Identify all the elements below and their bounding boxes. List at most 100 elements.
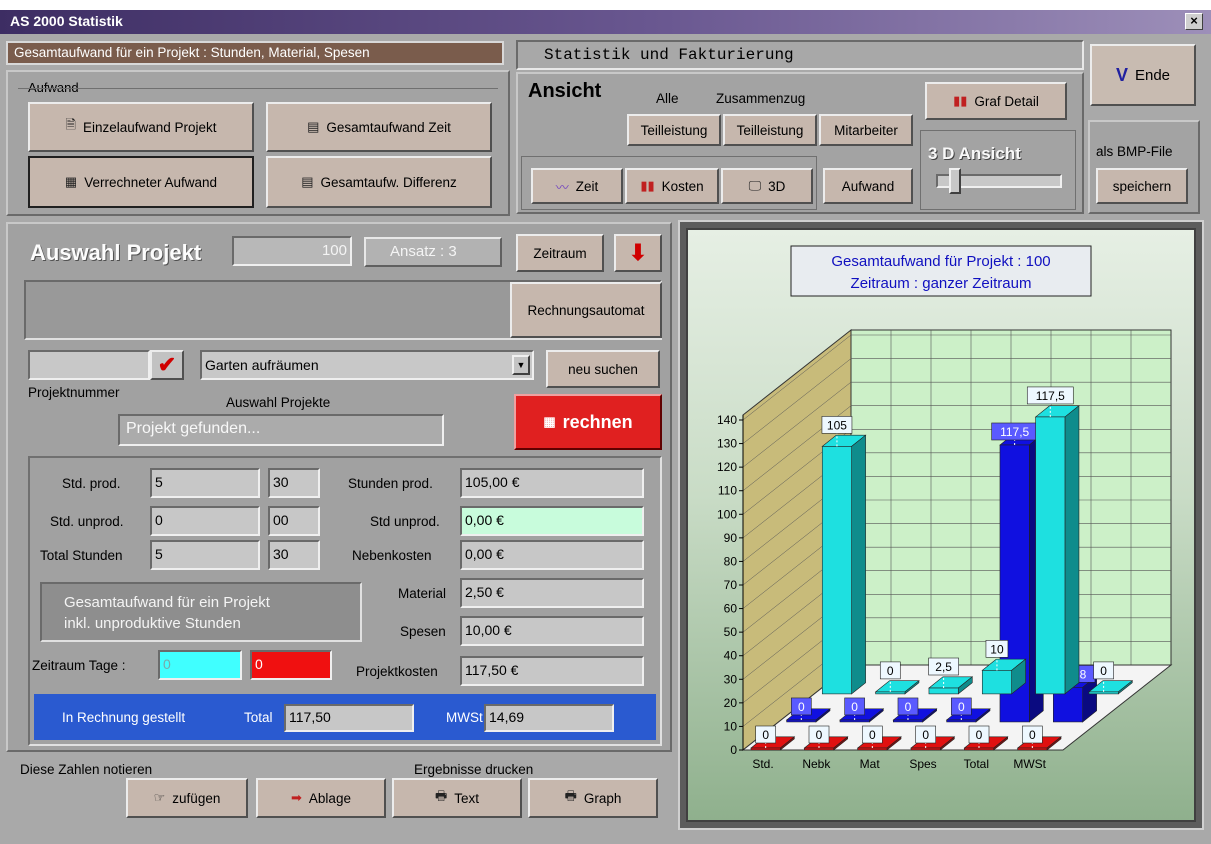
dropdown-arrow-icon[interactable]: ▼: [512, 355, 530, 375]
std-unprod-cost-value: 0,00 €: [460, 506, 644, 536]
total-stunden-label: Total Stunden: [40, 548, 123, 563]
std-unprod-hours[interactable]: 0: [150, 506, 260, 536]
y-tick-label: 90: [724, 531, 738, 545]
bar: [1088, 691, 1119, 695]
calculator-icon: ▦: [64, 174, 78, 189]
data-label: 0: [905, 700, 912, 714]
close-button[interactable]: ×: [1185, 13, 1203, 30]
gesamtaufwand-note: Gesamtaufwand für ein Projekt inkl. unpr…: [40, 582, 362, 642]
einzelaufwand-button[interactable]: 🗎 Einzelaufwand Projekt: [28, 102, 254, 152]
mwst-label: MWSt: [446, 710, 483, 725]
data-label: 117,5: [1036, 389, 1065, 403]
ansatz-field: Ansatz : 3: [364, 237, 502, 267]
y-tick-label: 40: [724, 649, 738, 663]
zufuegen-button[interactable]: ☞ zufügen: [126, 778, 248, 818]
projektnummer-input[interactable]: [28, 350, 150, 380]
graph-print-button[interactable]: 🖶 Graph: [528, 778, 658, 818]
y-tick-label: 130: [717, 437, 737, 451]
ablage-button[interactable]: ➡ Ablage: [256, 778, 386, 818]
ende-button[interactable]: V Ende: [1090, 44, 1196, 106]
3d-ansicht-group: [920, 130, 1076, 210]
gesamtaufwand-zeit-button[interactable]: ▤ Gesamtaufwand Zeit: [266, 102, 492, 152]
material-value: 2,50 €: [460, 578, 644, 608]
x-tick-label: MWSt: [1013, 757, 1046, 771]
rechnung-total-label: Total: [244, 710, 273, 725]
spesen-value: 10,00 €: [460, 616, 644, 646]
top-caption: [0, 0, 1211, 10]
projekt-number-field[interactable]: 100: [232, 236, 352, 266]
chart-subtitle: Zeitraum : ganzer Zeitraum: [851, 275, 1032, 292]
rechnen-button[interactable]: ▦ rechnen: [514, 394, 662, 450]
bmp-label: als BMP-File: [1096, 144, 1173, 159]
gesamtaufwand-note-line1: Gesamtaufwand für ein Projekt: [64, 594, 270, 611]
rechnungsautomat-button[interactable]: Rechnungsautomat: [510, 282, 662, 338]
data-label: 117,5: [1000, 425, 1029, 439]
3d-ansicht-label: 3 D Ansicht: [928, 144, 1021, 163]
y-tick-label: 120: [717, 460, 737, 474]
bar: [946, 719, 977, 723]
bar: [928, 687, 959, 695]
y-tick-label: 30: [724, 672, 738, 686]
bar: [964, 747, 994, 751]
x-tick-label: Nebk: [802, 757, 831, 771]
gesamtaufwand-note-line2: inkl. unproduktive Stunden: [64, 615, 241, 632]
data-label: 0: [922, 728, 929, 742]
chart-title: Gesamtaufwand für Projekt : 100: [831, 253, 1050, 270]
confirm-button[interactable]: ✔: [150, 350, 184, 380]
bar: [786, 719, 817, 723]
projekt-dropdown[interactable]: Garten aufräumen: [200, 350, 534, 380]
document-icon: 🗎: [65, 117, 76, 132]
y-tick-label: 10: [724, 719, 738, 733]
text-print-button[interactable]: 🖶 Text: [392, 778, 522, 818]
x-tick-label: Mat: [860, 757, 881, 771]
red-checkmark-icon: ✔: [157, 352, 177, 377]
monitor-icon: 🖵: [748, 178, 762, 193]
aufwand-button[interactable]: Aufwand: [823, 168, 913, 204]
zeitraum-tage-field-b[interactable]: 0: [250, 650, 332, 680]
zeitraum-tage-field-a[interactable]: 0: [158, 650, 242, 680]
spesen-label: Spesen: [400, 624, 446, 639]
kosten-button[interactable]: ▮▮ Kosten: [625, 168, 719, 204]
bar: [981, 670, 1012, 695]
bar: [893, 719, 923, 723]
bar-chart-icon: ▮▮: [640, 178, 655, 193]
bar-chart-icon: ▮▮: [953, 93, 968, 108]
documents-icon: ▤: [301, 174, 314, 189]
speichern-button[interactable]: speichern: [1096, 168, 1188, 204]
verrechneter-aufwand-button[interactable]: ▦ Verrechneter Aufwand: [28, 156, 254, 208]
ansicht-title: Ansicht: [528, 80, 602, 102]
y-tick-label: 70: [724, 578, 738, 592]
zusammenzug-label: Zusammenzug: [716, 91, 806, 106]
data-label: 10: [990, 642, 1004, 656]
teilleistung-alle-button[interactable]: Teilleistung: [627, 114, 721, 146]
x-tick-label: Std.: [752, 757, 773, 771]
bar-chart: Gesamtaufwand für Projekt : 100 Zeitraum…: [717, 245, 1173, 771]
total-hours: 5: [150, 540, 260, 570]
total-minutes: 30: [268, 540, 320, 570]
bar: [804, 747, 834, 751]
v-logo-icon: V: [1115, 64, 1128, 85]
graf-detail-button[interactable]: ▮▮ Graf Detail: [925, 82, 1067, 120]
neu-suchen-button[interactable]: neu suchen: [546, 350, 660, 388]
std-unprod-minutes[interactable]: 00: [268, 506, 320, 536]
gesamtaufw-differenz-button[interactable]: ▤ Gesamtaufw. Differenz: [266, 156, 492, 208]
std-prod-hours[interactable]: 5: [150, 468, 260, 498]
zeitraum-button[interactable]: Zeitraum: [516, 234, 604, 272]
arrow-down-button[interactable]: ⬇: [614, 234, 662, 272]
data-label: 2,5: [935, 660, 952, 674]
zeit-button[interactable]: 〰 Zeit: [531, 168, 623, 204]
mitarbeiter-button[interactable]: Mitarbeiter: [819, 114, 913, 146]
std-prod-minutes[interactable]: 30: [268, 468, 320, 498]
calculator-icon: ▦: [543, 414, 556, 429]
teilleistung-zusammenzug-button[interactable]: Teilleistung: [723, 114, 817, 146]
nebenkosten-label: Nebenkosten: [352, 548, 432, 563]
3d-button[interactable]: 🖵 3D: [721, 168, 813, 204]
nebenkosten-value: 0,00 €: [460, 540, 644, 570]
3d-slider-thumb[interactable]: [949, 168, 961, 194]
y-tick-label: 20: [724, 696, 738, 710]
bar: [1017, 747, 1048, 751]
data-label: 0: [816, 728, 823, 742]
std-unprod-cost-label: Std unprod.: [370, 514, 440, 529]
material-label: Material: [398, 586, 447, 601]
data-label: 0: [869, 728, 876, 742]
